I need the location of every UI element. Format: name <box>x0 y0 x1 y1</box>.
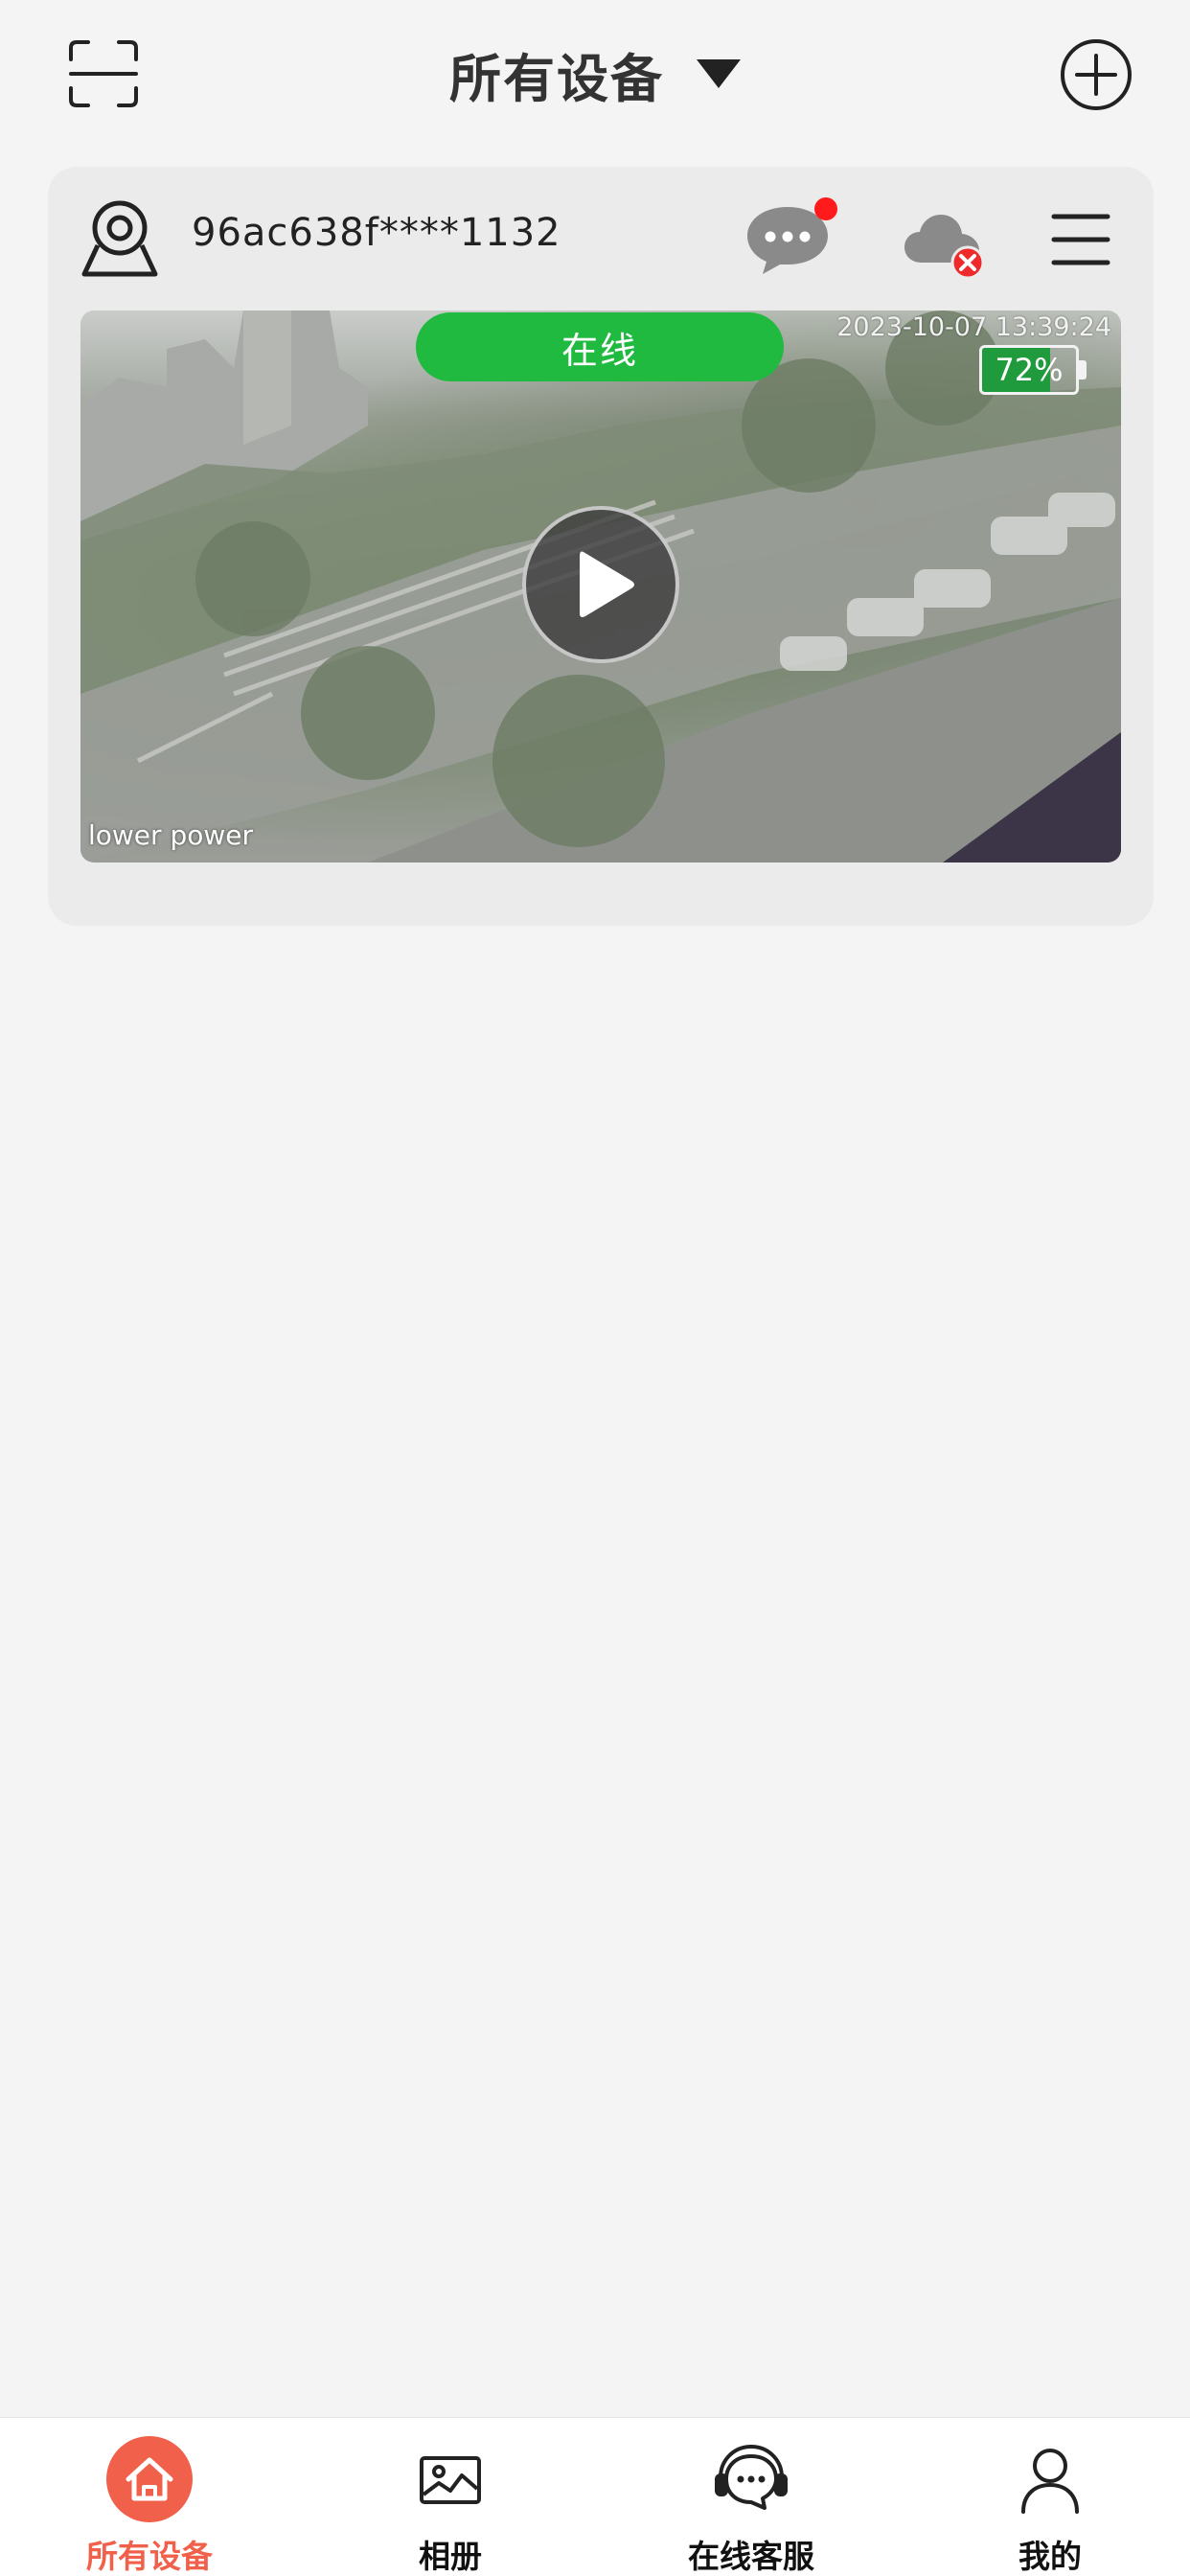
online-status-badge: 在线 <box>416 312 784 381</box>
cloud-error-icon <box>904 215 985 280</box>
unread-badge <box>814 197 837 220</box>
hamburger-menu-icon <box>1051 214 1110 265</box>
device-card-header: 96ac638f****1132 <box>48 167 1154 310</box>
device-menu-button[interactable] <box>1050 211 1111 268</box>
tab-label: 在线客服 <box>688 2538 814 2575</box>
battery-tip <box>1079 360 1087 380</box>
tab-online-support[interactable]: 在线客服 <box>655 2418 847 2576</box>
tab-album[interactable]: 相册 <box>355 2418 546 2576</box>
video-preview[interactable]: 在线 2023-10-07 13:39:24 72% lower power <box>80 310 1121 862</box>
tab-all-devices[interactable]: 所有设备 <box>54 2418 245 2576</box>
device-list-screen: 所有设备 96ac638f****1132 在线 2023-10-07 13:3… <box>0 0 1190 2576</box>
support-icon <box>715 2445 788 2510</box>
tab-label: 所有设备 <box>86 2538 213 2575</box>
cloud-storage-button[interactable] <box>901 211 989 280</box>
album-icon <box>420 2456 481 2504</box>
add-circle-icon <box>1061 39 1132 110</box>
play-button[interactable] <box>522 506 679 663</box>
low-power-label: lower power <box>88 819 253 851</box>
tab-label: 我的 <box>1018 2538 1082 2575</box>
device-id: 96ac638f****1132 <box>192 211 561 255</box>
bottom-tab-bar: 所有设备 相册 在线客服 我的 <box>0 2417 1190 2576</box>
caret-down-icon <box>697 59 741 88</box>
page-title: 所有设备 <box>449 48 664 109</box>
device-card[interactable]: 96ac638f****1132 在线 2023-10-07 13:39:24 … <box>48 167 1154 926</box>
message-button[interactable] <box>742 197 837 278</box>
add-device-button[interactable] <box>1060 38 1133 111</box>
camera-user-icon <box>81 200 158 277</box>
battery-indicator: 72% <box>979 345 1079 395</box>
top-bar: 所有设备 <box>0 0 1190 153</box>
play-icon <box>580 551 634 617</box>
title-dropdown[interactable]: 所有设备 <box>0 38 1190 109</box>
tab-label: 相册 <box>419 2538 482 2575</box>
home-icon <box>106 2436 193 2522</box>
profile-icon <box>1021 2449 1079 2514</box>
battery-percentage: 72% <box>995 352 1064 388</box>
snapshot-timestamp: 2023-10-07 13:39:24 <box>836 312 1111 342</box>
tab-profile[interactable]: 我的 <box>954 2418 1146 2576</box>
